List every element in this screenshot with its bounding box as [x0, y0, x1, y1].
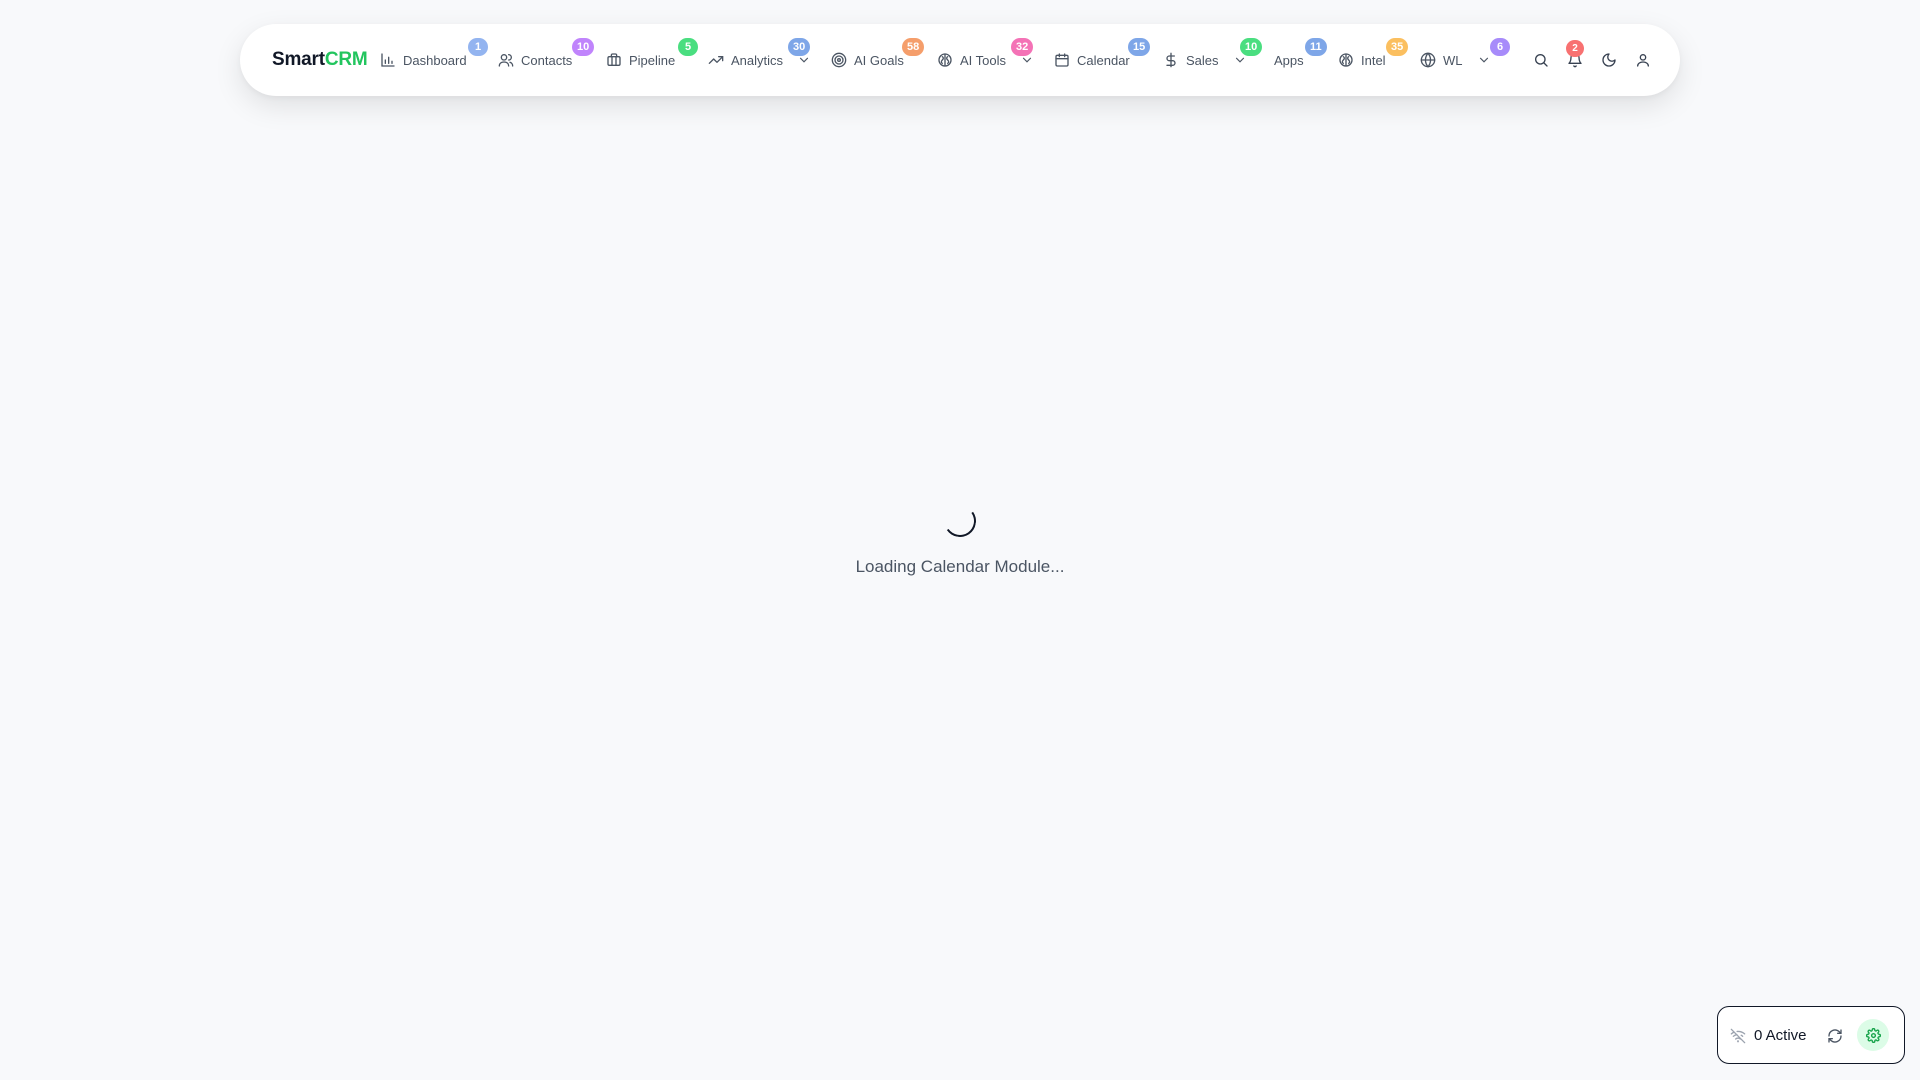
nav-item-apps[interactable]: Apps	[1274, 24, 1304, 96]
wifi-off-icon	[1730, 1028, 1746, 1044]
refresh-button[interactable]	[1823, 1024, 1847, 1048]
nav-badge-analytics: 30	[788, 38, 811, 56]
nav-badge-ai-goals: 58	[902, 38, 925, 56]
globe-icon	[1420, 52, 1436, 68]
search-button[interactable]	[1529, 48, 1553, 72]
theme-toggle-button[interactable]	[1597, 48, 1621, 72]
users-icon	[498, 54, 514, 67]
user-icon	[1637, 54, 1649, 67]
top-navbar: Smart CRM Dashboard 1 Contacts 10 Pipelin…	[240, 24, 1680, 96]
brand-name-part1: Smart	[272, 49, 325, 70]
loading-indicator: Loading Calendar Module...	[0, 502, 1920, 577]
brain-icon	[938, 53, 952, 67]
nav-label: Contacts	[521, 52, 573, 68]
nav-label: AI Tools	[960, 52, 1007, 68]
nav-badge-contacts: 10	[572, 38, 595, 56]
brand-logo[interactable]: Smart CRM	[272, 24, 368, 96]
nav-label: Intel	[1361, 52, 1386, 68]
loading-spinner	[941, 502, 979, 540]
nav-badge-apps: 11	[1305, 38, 1327, 56]
nav-label: Sales	[1186, 52, 1219, 68]
nav-item-ai-tools[interactable]: AI Tools	[937, 24, 1034, 96]
nav-badge-calendar: 15	[1128, 38, 1151, 56]
calendar-icon	[1055, 53, 1069, 67]
user-menu-button[interactable]	[1631, 48, 1655, 72]
briefcase-icon	[607, 53, 621, 66]
nav-badge-dashboard: 1	[468, 38, 488, 56]
dollar-icon	[1166, 52, 1176, 68]
connection-status-widget: 0 Active	[1717, 1006, 1905, 1064]
nav-label: Analytics	[731, 52, 784, 68]
nav-badge-intel: 35	[1386, 38, 1409, 56]
settings-button[interactable]	[1857, 1019, 1889, 1051]
nav-label: AI Goals	[854, 52, 904, 68]
nav-item-calendar[interactable]: Calendar	[1054, 24, 1130, 96]
nav-item-wl[interactable]: WL	[1420, 24, 1491, 96]
nav-item-dashboard[interactable]: Dashboard	[380, 24, 467, 96]
moon-icon	[1602, 53, 1616, 67]
nav-item-sales[interactable]: Sales	[1163, 24, 1247, 96]
nav-item-pipeline[interactable]: Pipeline	[606, 24, 675, 96]
active-count-text: 0 Active	[1754, 1027, 1807, 1044]
nav-label: Calendar	[1077, 52, 1130, 68]
bar-chart-icon	[381, 53, 395, 67]
notification-count-badge: 2	[1566, 40, 1584, 57]
chevron-down-icon	[1479, 57, 1488, 63]
nav-item-contacts[interactable]: Contacts	[498, 24, 572, 96]
nav-label: WL	[1443, 52, 1463, 68]
nav-label: Pipeline	[629, 52, 676, 68]
nav-label: Dashboard	[403, 52, 467, 68]
nav-badge-pipeline: 5	[678, 38, 698, 56]
nav-item-ai-goals[interactable]: AI Goals	[831, 24, 904, 96]
nav-label: Apps	[1274, 52, 1304, 68]
brain-icon	[1339, 53, 1353, 67]
search-icon	[1535, 54, 1548, 67]
nav-badge-sales: 10	[1240, 38, 1263, 56]
refresh-icon	[1828, 1029, 1842, 1043]
nav-item-analytics[interactable]: Analytics	[708, 24, 811, 96]
loading-text: Loading Calendar Module...	[855, 557, 1065, 576]
target-icon	[831, 52, 847, 68]
nav-badge-wl: 6	[1490, 38, 1510, 56]
brand-name-part2: CRM	[324, 49, 368, 70]
nav-item-intel[interactable]: Intel	[1338, 24, 1386, 96]
trending-up-icon	[708, 56, 724, 64]
nav-badge-ai-tools: 32	[1011, 38, 1034, 56]
gear-icon	[1865, 1027, 1881, 1043]
